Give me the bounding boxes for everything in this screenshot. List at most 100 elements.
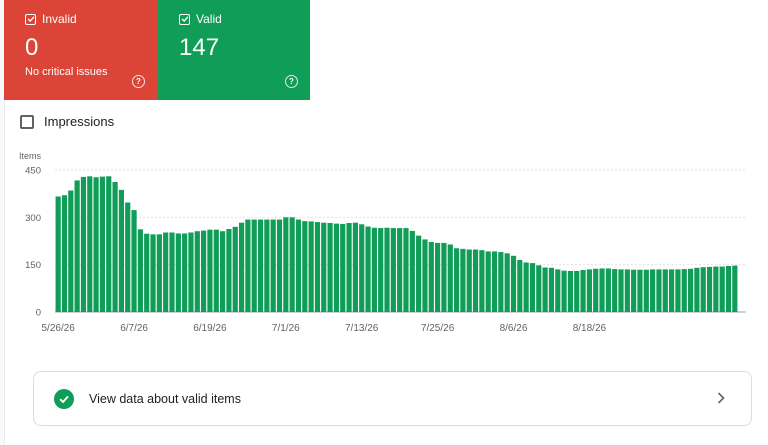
- chart-bar[interactable]: [612, 269, 618, 312]
- chart-bar[interactable]: [131, 210, 137, 312]
- chart-bar[interactable]: [453, 248, 460, 312]
- chart-bar[interactable]: [656, 269, 662, 312]
- help-icon[interactable]: ?: [132, 75, 145, 88]
- chart-bar[interactable]: [188, 232, 194, 312]
- chart-bar[interactable]: [466, 249, 472, 312]
- chart-bar[interactable]: [529, 263, 536, 312]
- valid-card[interactable]: Valid 147 ?: [158, 0, 310, 100]
- chart-bar[interactable]: [675, 269, 681, 312]
- chart-bar[interactable]: [637, 269, 643, 312]
- chart-bar[interactable]: [390, 228, 396, 312]
- chart-bar[interactable]: [201, 230, 207, 312]
- view-valid-items-link[interactable]: View data about valid items: [33, 371, 752, 426]
- chart-bar[interactable]: [257, 219, 264, 312]
- chart-bar[interactable]: [175, 233, 181, 312]
- chart-bar[interactable]: [599, 268, 605, 312]
- chart-bar[interactable]: [472, 249, 479, 312]
- chart-bar[interactable]: [118, 189, 124, 312]
- chart-bar[interactable]: [125, 202, 131, 313]
- chart-bar[interactable]: [371, 227, 377, 312]
- chart-bar[interactable]: [548, 267, 555, 312]
- chart-bar[interactable]: [327, 223, 333, 312]
- chart-bar[interactable]: [156, 234, 162, 312]
- chart-bar[interactable]: [624, 269, 630, 312]
- chart-bar[interactable]: [245, 219, 251, 312]
- chart-bar[interactable]: [605, 268, 611, 312]
- chart-bar[interactable]: [264, 219, 270, 312]
- chart-bar[interactable]: [428, 241, 434, 312]
- chart-bar[interactable]: [321, 222, 327, 312]
- chart-bar[interactable]: [719, 266, 725, 312]
- chart-bar[interactable]: [112, 181, 118, 312]
- chart-bar[interactable]: [150, 234, 156, 312]
- chart-bar[interactable]: [542, 267, 548, 312]
- chart-bar[interactable]: [93, 177, 99, 312]
- chart-bar[interactable]: [523, 262, 529, 312]
- chart-bar[interactable]: [99, 176, 106, 312]
- chart-bar[interactable]: [491, 251, 498, 312]
- chart-bar[interactable]: [232, 226, 238, 312]
- chart-bar[interactable]: [333, 223, 340, 312]
- chart-bar[interactable]: [631, 269, 637, 312]
- chart-bar[interactable]: [700, 267, 706, 312]
- chart-bar[interactable]: [352, 222, 358, 312]
- chart-bar[interactable]: [618, 269, 624, 312]
- chart-bar[interactable]: [346, 223, 352, 312]
- chart-bar[interactable]: [504, 253, 510, 312]
- chart-bar[interactable]: [80, 176, 87, 312]
- chart-bar[interactable]: [55, 196, 61, 312]
- chart-bar[interactable]: [378, 228, 384, 312]
- chart-bar[interactable]: [213, 229, 219, 312]
- chart-bar[interactable]: [226, 229, 232, 312]
- chart-bar[interactable]: [536, 265, 542, 312]
- chart-bar[interactable]: [643, 269, 649, 312]
- chart-bar[interactable]: [713, 266, 719, 312]
- chart-bar[interactable]: [416, 235, 422, 312]
- chart-bar[interactable]: [289, 217, 295, 312]
- chart-bar[interactable]: [732, 265, 738, 312]
- chart-bar[interactable]: [238, 222, 245, 312]
- chart-bar[interactable]: [409, 230, 415, 312]
- impressions-toggle[interactable]: Impressions: [20, 114, 114, 129]
- chart-bar[interactable]: [725, 265, 732, 312]
- chart-bar[interactable]: [308, 221, 314, 312]
- chart-bar[interactable]: [302, 221, 308, 312]
- chart-bar[interactable]: [510, 255, 517, 312]
- impressions-checkbox[interactable]: [20, 114, 34, 129]
- chart-bar[interactable]: [384, 227, 390, 312]
- chart-bar[interactable]: [207, 229, 213, 312]
- checkbox-checked-icon[interactable]: [25, 13, 36, 25]
- chart-bar[interactable]: [517, 259, 523, 312]
- invalid-card[interactable]: Invalid 0 No critical issues ?: [4, 0, 158, 100]
- chart-bar[interactable]: [574, 270, 580, 312]
- chart-bar[interactable]: [276, 219, 283, 312]
- chart-bar[interactable]: [359, 224, 365, 312]
- chart-bar[interactable]: [555, 269, 561, 312]
- chart-bar[interactable]: [87, 176, 93, 312]
- chart-bar[interactable]: [403, 228, 409, 312]
- chart-bar[interactable]: [479, 250, 485, 312]
- chart-bar[interactable]: [422, 239, 428, 312]
- chart-bar[interactable]: [220, 231, 226, 312]
- chart-bar[interactable]: [295, 219, 302, 312]
- chart-bar[interactable]: [61, 195, 68, 312]
- chart-bar[interactable]: [441, 242, 447, 312]
- chart-bar[interactable]: [687, 268, 694, 312]
- chart-bar[interactable]: [694, 267, 700, 312]
- chart-bar[interactable]: [485, 251, 491, 312]
- chart-bar[interactable]: [561, 270, 567, 312]
- chart-bar[interactable]: [283, 217, 289, 312]
- chart-bar[interactable]: [669, 269, 675, 312]
- chart-bar[interactable]: [270, 219, 276, 312]
- chart-bar[interactable]: [68, 190, 74, 312]
- chart-bar[interactable]: [662, 269, 668, 312]
- chart-bar[interactable]: [580, 270, 586, 312]
- chart-bar[interactable]: [169, 232, 175, 312]
- chart-bar[interactable]: [447, 244, 453, 312]
- chart-bar[interactable]: [706, 266, 713, 312]
- chart-bar[interactable]: [365, 226, 371, 312]
- chart-bar[interactable]: [435, 242, 441, 312]
- chart-bar[interactable]: [498, 252, 504, 312]
- chart-bar[interactable]: [586, 269, 592, 312]
- chart-bar[interactable]: [681, 269, 687, 312]
